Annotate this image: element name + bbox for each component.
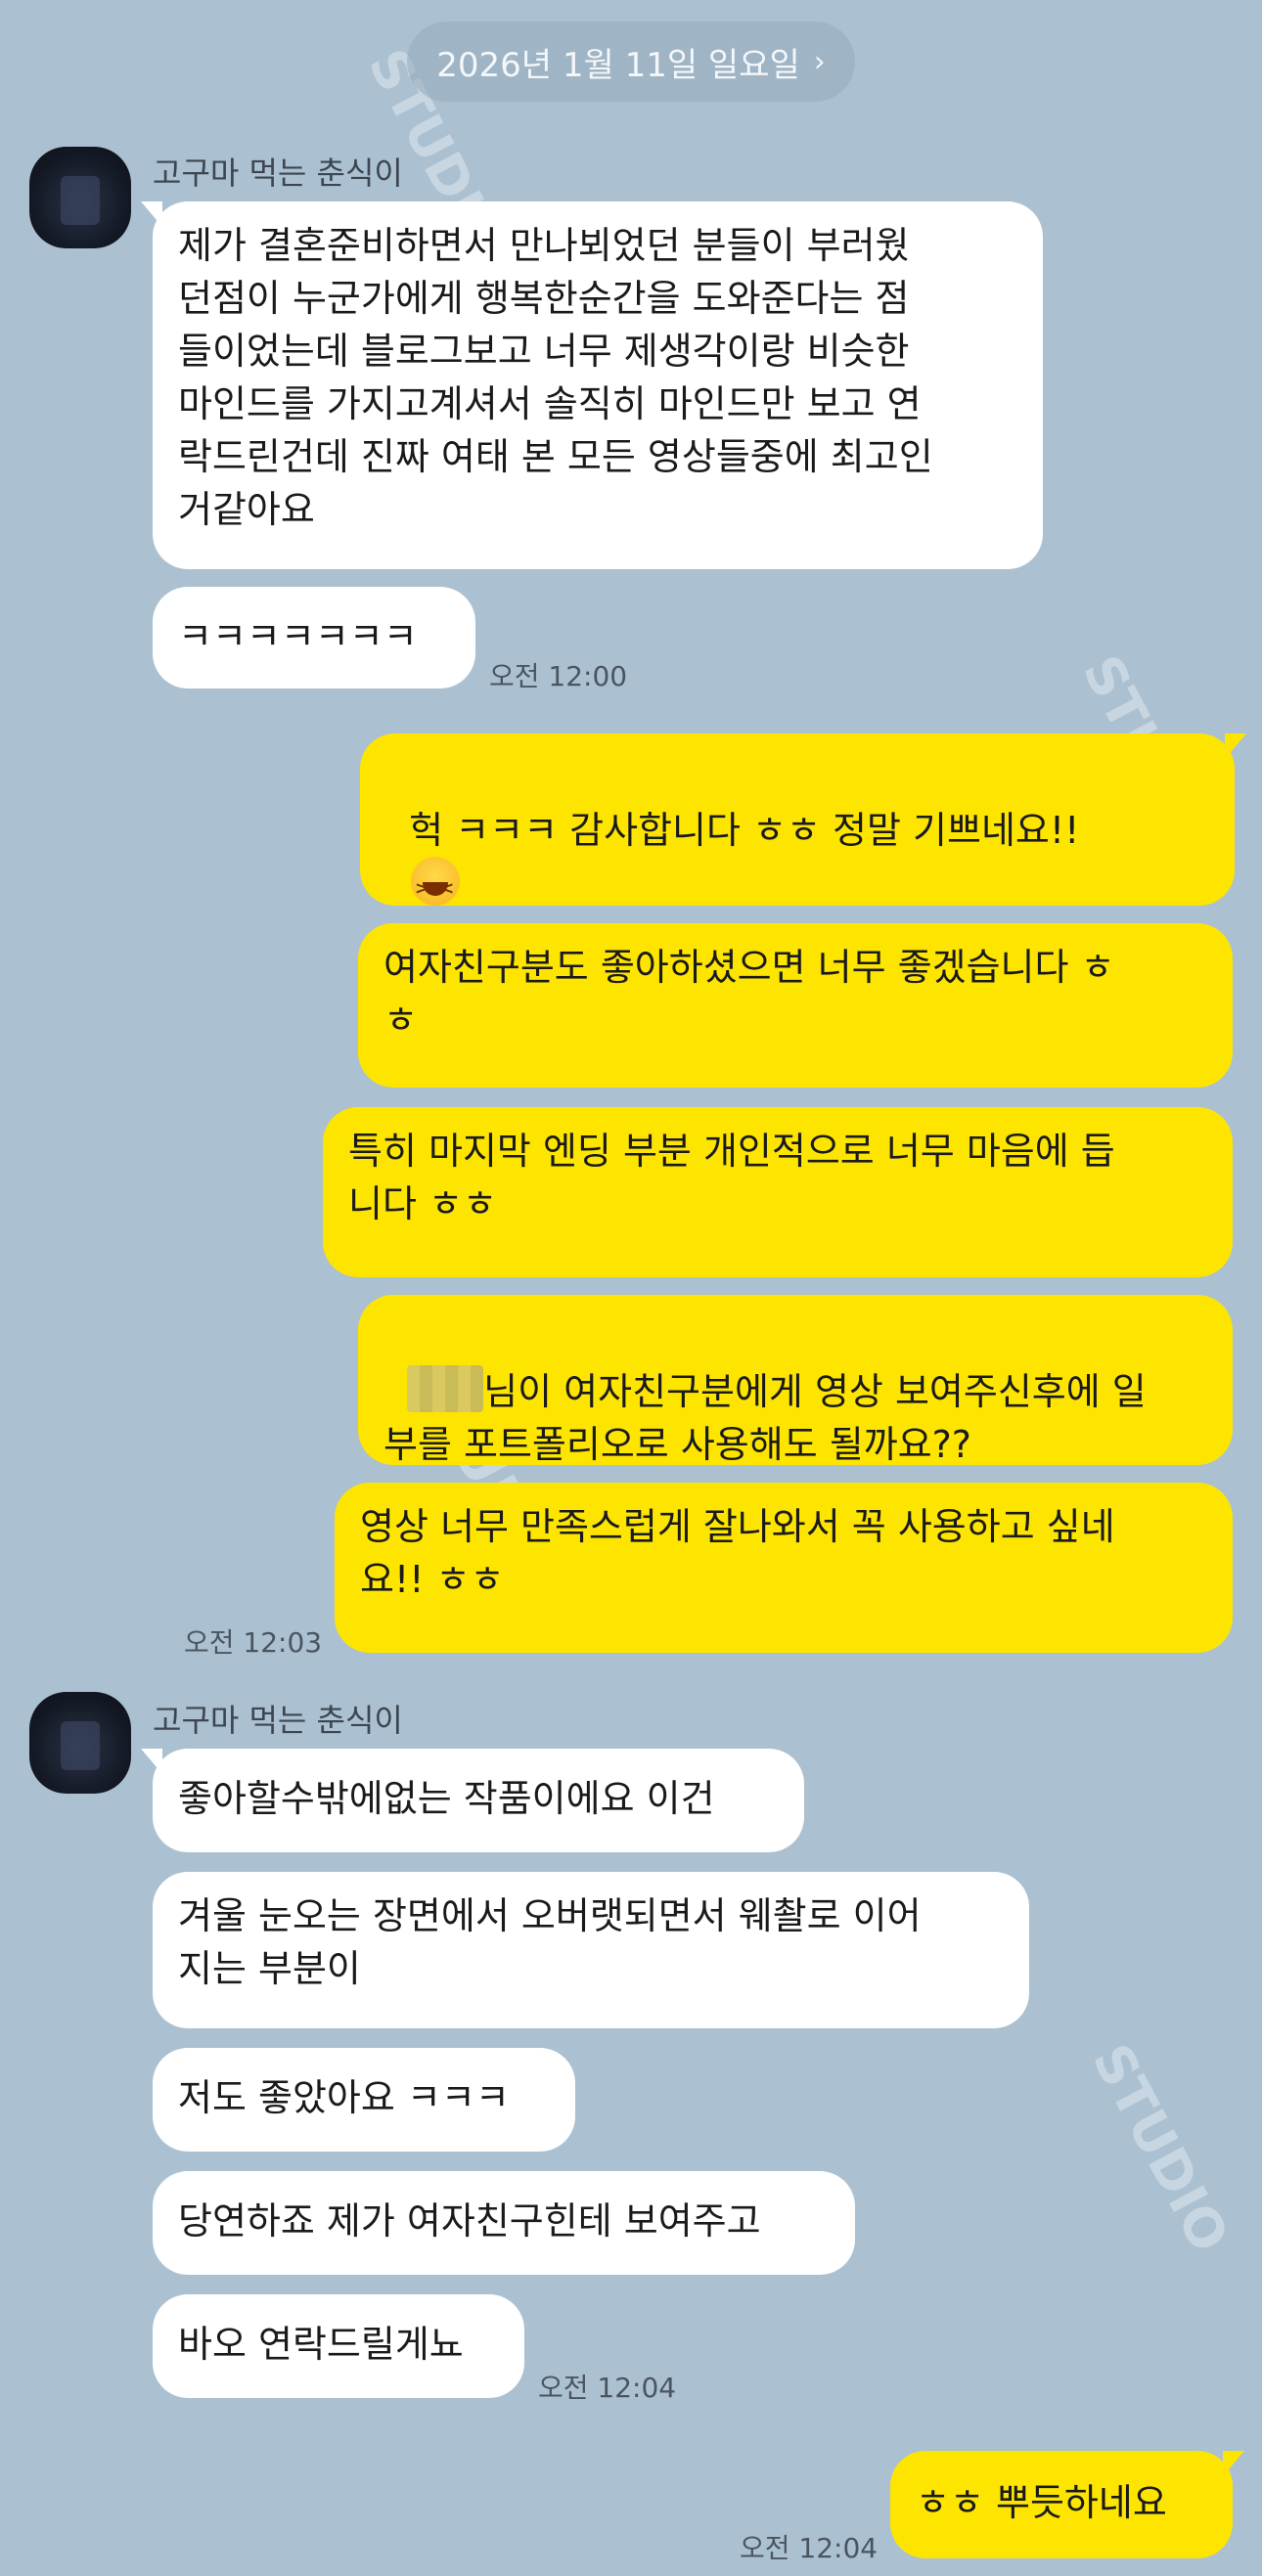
message-bubble[interactable]: ㅎㅎ 뿌듯하네요: [890, 2451, 1244, 2558]
message-text: 님이 여자친구분에게 영상 보여주신후에 일: [483, 1370, 1147, 1413]
laughing-emoji-icon: [411, 857, 461, 915]
message-time: 오전 12:03: [184, 1626, 323, 1659]
message-bubble[interactable]: 특히 마지막 엔딩 부분 개인적으로 너무 마음에 듭 니다 ㅎㅎ: [323, 1107, 1233, 1277]
message-bubble[interactable]: 바오 연락드릴게뇨: [153, 2294, 524, 2398]
message-bubble[interactable]: 저도 좋았아요 ㅋㅋㅋ: [153, 2048, 575, 2152]
message-bubble[interactable]: 여자친구분도 좋아하셨으면 너무 좋겠습니다 ㅎ ㅎ: [358, 923, 1233, 1088]
message-bubble[interactable]: 겨울 눈오는 장면에서 오버랫되면서 웨촬로 이어 지는 부분이: [153, 1872, 1029, 2028]
message-bubble[interactable]: 영상 너무 만족스럽게 잘나와서 꼭 사용하고 싶네 요!! ㅎㅎ: [335, 1483, 1233, 1653]
message-bubble[interactable]: 님이 여자친구분에게 영상 보여주신후에 일부를 포트폴리오로 사용해도 될까요…: [358, 1295, 1233, 1466]
message-bubble[interactable]: 제가 결혼준비하면서 만나뵈었던 분들이 부러웠 던점이 누군가에게 행복한순간…: [141, 201, 1043, 569]
message-time: 오전 12:04: [740, 2532, 879, 2564]
sender-name: 고구마 먹는 춘식이: [153, 1702, 403, 1739]
message-time: 오전 12:00: [489, 660, 628, 692]
date-label: 2026년 1월 11일 일요일: [436, 45, 800, 85]
sender-name: 고구마 먹는 춘식이: [153, 155, 403, 192]
message-time: 오전 12:04: [538, 2372, 677, 2404]
avatar[interactable]: [29, 1692, 131, 1794]
date-divider[interactable]: 2026년 1월 11일 일요일 ›: [407, 22, 855, 102]
message-bubble[interactable]: ㅋㅋㅋㅋㅋㅋㅋ: [153, 587, 475, 688]
watermark: STUDIO: [1080, 2034, 1241, 2263]
message-bubble[interactable]: 헉 ㅋㅋㅋ 감사합니다 ㅎㅎ 정말 기쁘네요!!: [360, 733, 1246, 1021]
chevron-right-icon: ›: [813, 44, 826, 79]
message-bubble[interactable]: 당연하죠 제가 여자친구힌테 보여주고: [153, 2171, 855, 2275]
message-text: 헉 ㅋㅋㅋ 감사합니다 ㅎㅎ 정말 기쁘네요!!: [409, 809, 1080, 852]
message-bubble[interactable]: 좋아할수밖에없는 작품이에요 이건: [141, 1749, 804, 1852]
redacted-name: [407, 1365, 484, 1412]
message-text: 부를 포트폴리오로 사용해도 될까요??: [383, 1423, 971, 1466]
avatar[interactable]: [29, 147, 131, 248]
